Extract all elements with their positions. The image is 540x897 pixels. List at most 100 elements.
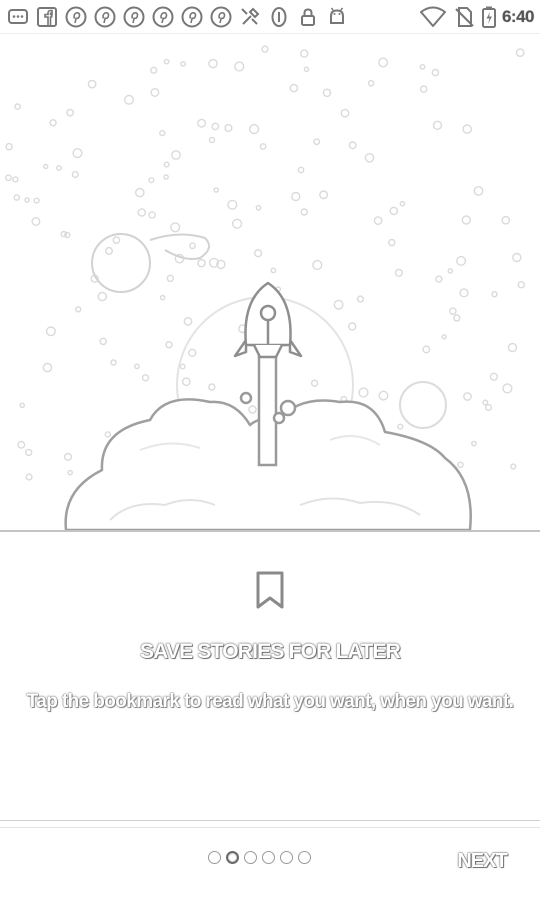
star	[110, 359, 117, 366]
star	[43, 163, 49, 170]
star	[364, 152, 375, 163]
star	[208, 383, 216, 391]
star	[515, 48, 525, 57]
star	[12, 176, 19, 183]
star	[367, 79, 375, 87]
star	[71, 170, 79, 179]
star	[104, 246, 113, 255]
star	[197, 258, 206, 268]
star	[399, 200, 406, 207]
star	[63, 452, 73, 462]
star	[165, 341, 173, 349]
star	[303, 66, 310, 73]
star	[87, 79, 97, 89]
star	[249, 124, 260, 135]
star	[112, 236, 121, 245]
clock: 6:40	[501, 6, 535, 26]
star	[449, 307, 457, 316]
star	[470, 440, 477, 447]
star	[419, 85, 428, 93]
star	[72, 148, 83, 159]
page-dot	[280, 851, 293, 864]
star	[373, 216, 383, 226]
messages-icon	[6, 5, 30, 29]
star	[491, 291, 498, 298]
star	[254, 249, 263, 258]
star	[259, 143, 267, 150]
star	[17, 440, 26, 449]
star	[170, 222, 181, 233]
rocket-launch-illustration	[0, 35, 540, 535]
star	[163, 58, 170, 65]
star	[507, 342, 518, 353]
star	[300, 208, 308, 216]
star	[42, 362, 53, 373]
star	[431, 68, 440, 77]
tools-icon	[238, 5, 262, 29]
android-icon	[325, 5, 349, 29]
star	[447, 268, 454, 274]
lock-icon	[296, 5, 320, 29]
star	[397, 423, 404, 430]
star	[134, 187, 145, 198]
feature-title: SAVE STORIES FOR LATER	[139, 640, 401, 663]
star	[512, 252, 522, 263]
pinterest-icon	[122, 5, 146, 29]
star	[163, 174, 169, 180]
star	[463, 392, 472, 401]
star	[5, 174, 12, 182]
star	[462, 124, 473, 134]
page-dot	[244, 851, 257, 864]
star	[289, 83, 299, 93]
star	[313, 138, 321, 146]
star	[13, 194, 21, 201]
star	[67, 469, 73, 476]
star	[457, 461, 464, 469]
star	[356, 295, 365, 303]
star	[189, 242, 196, 250]
star	[310, 379, 319, 387]
star	[255, 204, 262, 211]
star	[340, 108, 350, 118]
star	[456, 255, 467, 266]
star	[378, 57, 389, 68]
star	[166, 274, 175, 283]
star	[74, 306, 82, 313]
star	[180, 61, 187, 67]
star	[312, 259, 323, 271]
star	[319, 190, 329, 200]
star	[45, 326, 56, 337]
system-icons: 6:40	[419, 5, 535, 29]
star	[333, 299, 344, 310]
star	[510, 463, 517, 470]
star	[453, 314, 461, 322]
star	[163, 161, 170, 168]
star	[33, 197, 40, 204]
star	[441, 334, 447, 340]
star	[211, 122, 220, 131]
star	[133, 363, 140, 370]
star	[348, 141, 357, 150]
star	[248, 405, 257, 414]
star	[501, 215, 511, 225]
star	[227, 199, 238, 210]
pinterest-icon	[209, 5, 233, 29]
star	[517, 281, 525, 289]
bookmark-icon	[256, 571, 284, 609]
pinterest-icon	[93, 5, 117, 29]
star	[25, 473, 33, 481]
star	[148, 177, 155, 184]
star	[297, 166, 305, 174]
star	[378, 390, 389, 401]
pinterest-icon	[151, 5, 175, 29]
star	[24, 197, 30, 203]
star	[179, 363, 186, 370]
footer-divider	[0, 827, 540, 828]
star	[473, 185, 484, 196]
star	[422, 345, 431, 354]
star	[5, 142, 13, 151]
next-button[interactable]: NEXT	[448, 848, 516, 874]
star	[270, 267, 277, 274]
star	[484, 403, 493, 412]
wifi-icon	[419, 5, 447, 29]
